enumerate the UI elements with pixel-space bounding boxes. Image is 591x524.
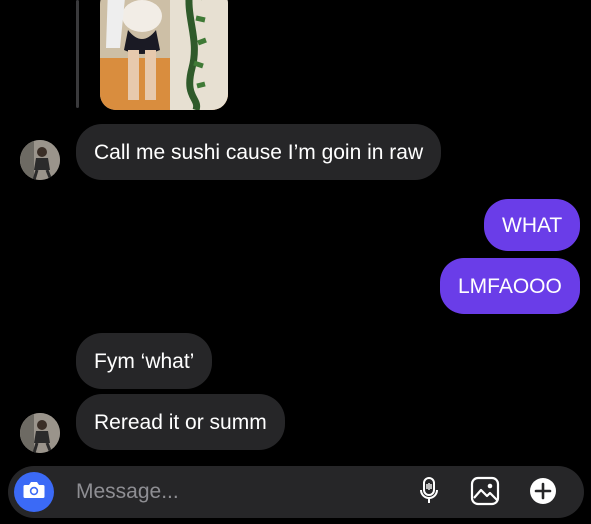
message-input[interactable] (70, 476, 382, 508)
message-text: Fym ‘what’ (94, 349, 195, 373)
message-bubble-incoming[interactable]: Fym ‘what’ (76, 333, 213, 389)
message-bubble-outgoing[interactable]: WHAT (484, 199, 581, 251)
message-bubble-incoming[interactable]: Reread it or summ (76, 394, 285, 450)
message-text: LMFAOOO (458, 274, 562, 298)
shared-photo[interactable] (100, 0, 228, 110)
message-bubble-outgoing[interactable]: LMFAOOO (440, 258, 580, 314)
message-text: WHAT (502, 213, 563, 237)
camera-icon (22, 480, 46, 505)
reply-indicator-line (76, 0, 79, 108)
message-text: Call me sushi cause I’m goin in raw (94, 140, 424, 164)
sender-avatar[interactable] (20, 140, 60, 180)
sender-avatar[interactable] (20, 413, 60, 453)
message-text: Reread it or summ (94, 410, 267, 434)
message-bubble-incoming[interactable]: Call me sushi cause I’m goin in raw (76, 124, 442, 180)
voice-message-button[interactable] (414, 476, 444, 510)
message-composer (8, 466, 584, 518)
camera-button[interactable] (14, 472, 54, 512)
microphone-icon (419, 476, 439, 510)
add-attachment-button[interactable] (528, 476, 558, 511)
plus-icon (528, 476, 558, 511)
gallery-icon (470, 476, 500, 511)
gallery-button[interactable] (470, 476, 500, 511)
